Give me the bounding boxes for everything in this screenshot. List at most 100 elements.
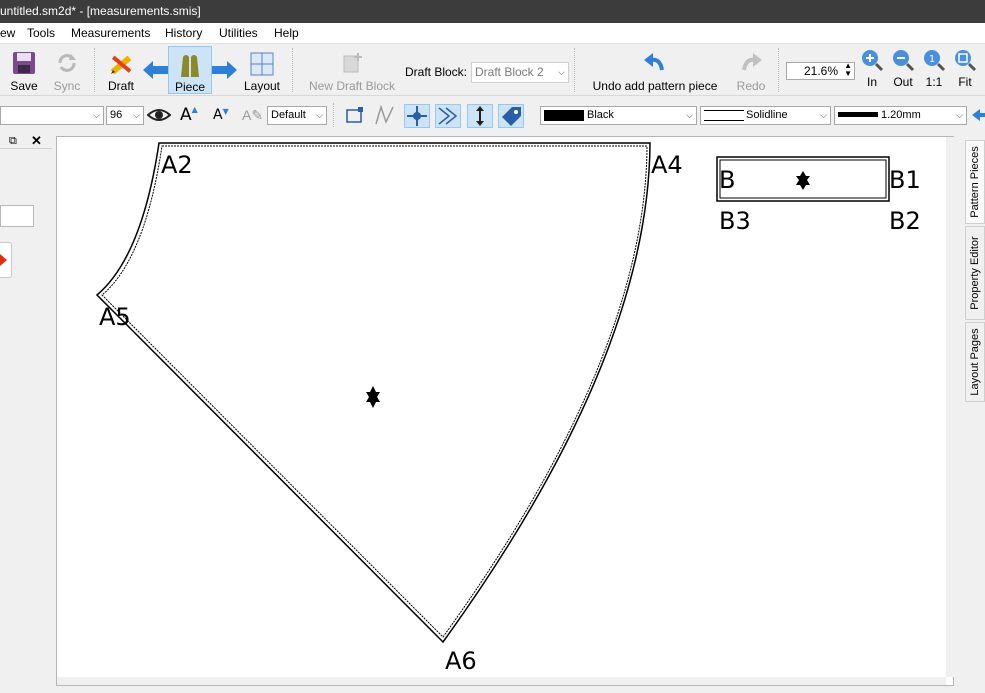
grainline-marker-icon xyxy=(366,386,380,408)
font-family-select[interactable]: ⌵ xyxy=(0,106,104,125)
undo-label: Undo add pattern piece xyxy=(592,79,718,93)
point-label-b3: B3 xyxy=(719,207,751,235)
grainline-tool-button[interactable] xyxy=(467,104,493,128)
save-button[interactable]: Save xyxy=(6,46,42,94)
undo-icon xyxy=(644,53,664,71)
save-label: Save xyxy=(10,79,38,93)
tab-layout-pages-label: Layout Pages xyxy=(969,328,981,396)
toolbar-separator xyxy=(574,48,575,92)
arrow-left-icon[interactable] xyxy=(972,109,985,121)
panel-divider xyxy=(0,148,52,149)
menu-utilities[interactable]: Utilities xyxy=(219,26,258,40)
point-label-a5: A5 xyxy=(99,303,131,331)
layout-icon xyxy=(250,52,274,76)
pattern-drawing[interactable]: A2 A4 A5 A6 B B1 B3 B2 xyxy=(57,137,953,685)
new-draft-block-icon xyxy=(343,53,362,73)
pattern-piece-b[interactable]: B B1 B3 B2 xyxy=(716,156,921,235)
horizontal-scrollbar[interactable] xyxy=(57,677,946,685)
line-type-select[interactable]: Solidline ⌵ xyxy=(700,106,831,125)
close-icon[interactable]: ✕ xyxy=(31,133,42,149)
window-title: untitled.sm2d* - [measurements.smis] xyxy=(0,4,201,18)
zoom-actual-button[interactable]: 1 1:1 xyxy=(920,46,948,94)
zoom-actual-label: 1:1 xyxy=(925,75,943,89)
spinner-arrows-icon[interactable]: ▲ ▼ xyxy=(844,63,852,78)
pattern-canvas[interactable]: A2 A4 A5 A6 B B1 B3 B2 xyxy=(56,136,954,686)
panel-button[interactable] xyxy=(0,242,12,278)
menu-bar: ew Tools Measurements History Utilities … xyxy=(0,23,985,44)
svg-text:1: 1 xyxy=(929,54,935,65)
pattern-piece-a[interactable]: A2 A4 A5 A6 xyxy=(95,142,683,675)
arrow-right-icon xyxy=(212,61,237,79)
zoom-out-button[interactable]: Out xyxy=(889,46,917,94)
tab-property-editor[interactable]: Property Editor xyxy=(965,226,985,320)
color-select[interactable]: Black ⌵ xyxy=(540,106,697,125)
menu-history[interactable]: History xyxy=(165,26,202,40)
menu-view[interactable]: ew xyxy=(0,26,15,40)
line-weight-select[interactable]: 1.20mm ⌵ xyxy=(834,106,967,125)
draft-block-select[interactable]: Draft Block 2 ⌵ xyxy=(471,62,569,83)
panel-input[interactable] xyxy=(0,205,34,227)
menu-tools[interactable]: Tools xyxy=(27,26,55,40)
sync-label: Sync xyxy=(53,79,81,93)
arrow-left-icon xyxy=(143,61,168,79)
snap-tool-button[interactable] xyxy=(404,104,430,128)
text-style-select[interactable]: Default ⌵ xyxy=(267,106,327,125)
crosshair-icon xyxy=(407,106,427,126)
label-tool-button[interactable] xyxy=(498,104,524,128)
zoom-in-button[interactable]: In xyxy=(858,46,886,94)
point-label-b: B xyxy=(719,166,735,194)
menu-help[interactable]: Help xyxy=(274,26,299,40)
increase-font-icon[interactable]: A▲ xyxy=(180,105,198,125)
zoom-spinbox[interactable]: 21.6% ▲ ▼ xyxy=(786,62,855,80)
piece-button[interactable]: Piece xyxy=(168,46,212,94)
chevron-down-icon: ⌵ xyxy=(956,110,963,120)
undo-button[interactable]: Undo add pattern piece xyxy=(584,46,726,94)
node-edit-icon xyxy=(346,107,363,123)
float-icon[interactable]: ⧉ xyxy=(9,135,17,148)
play-icon xyxy=(0,254,7,266)
redo-label: Redo xyxy=(736,79,766,93)
zoom-value: 21.6% xyxy=(803,64,838,78)
toolbar-separator xyxy=(292,48,293,92)
eye-icon[interactable] xyxy=(147,107,171,123)
draft-button[interactable]: Draft xyxy=(102,46,140,94)
new-draft-block-button[interactable]: New Draft Block xyxy=(304,46,400,94)
zoom-fit-button[interactable]: Fit xyxy=(951,46,979,94)
seam-tool-button[interactable] xyxy=(435,104,461,128)
point-label-a6: A6 xyxy=(445,647,477,675)
sync-button[interactable]: Sync xyxy=(48,46,86,94)
draft-label: Draft xyxy=(107,79,134,93)
zoom-out-icon xyxy=(893,50,915,72)
tab-pattern-pieces[interactable]: Pattern Pieces xyxy=(965,140,985,224)
layout-label: Layout xyxy=(243,79,281,93)
text-style-value: Default xyxy=(271,109,306,121)
redo-button[interactable]: Redo xyxy=(732,46,770,94)
chevron-down-icon: ⌵ xyxy=(686,110,693,120)
toolbar-separator xyxy=(333,103,334,127)
title-bar: untitled.sm2d* - [measurements.smis] xyxy=(0,0,985,23)
zoom-in-icon xyxy=(862,50,884,72)
menu-measurements[interactable]: Measurements xyxy=(71,26,150,40)
format-toolbar: ⌵ 96 ⌵ A▲ A▼ A✎ Default ⌵ Black ⌵ Solidline… xyxy=(0,101,985,130)
curve-tool-button[interactable] xyxy=(373,104,399,128)
chevron-down-icon: ⌵ xyxy=(558,67,565,77)
layout-button[interactable]: Layout xyxy=(240,46,284,94)
line-weight-swatch xyxy=(838,112,878,117)
grainline-marker-icon xyxy=(796,171,810,190)
text-color-icon[interactable]: A✎ xyxy=(242,107,263,124)
chevron-down-icon: ⌵ xyxy=(133,110,140,120)
font-size-value: 96 xyxy=(110,109,123,121)
point-tool-button[interactable] xyxy=(343,104,369,128)
curve-icon xyxy=(375,104,394,125)
toolbar-separator xyxy=(778,48,779,92)
left-dock-panel: ⧉ ✕ xyxy=(0,132,52,693)
zoom-actual-icon: 1 xyxy=(924,50,946,72)
color-swatch xyxy=(544,110,584,121)
new-draft-block-label: New Draft Block xyxy=(308,79,396,93)
decrease-font-icon[interactable]: A▼ xyxy=(213,107,229,123)
font-size-select[interactable]: 96 ⌵ xyxy=(106,106,144,125)
tab-layout-pages[interactable]: Layout Pages xyxy=(965,322,985,402)
line-type-swatch xyxy=(704,110,744,121)
vertical-scrollbar[interactable] xyxy=(946,137,954,677)
zoom-fit-icon xyxy=(955,50,977,72)
